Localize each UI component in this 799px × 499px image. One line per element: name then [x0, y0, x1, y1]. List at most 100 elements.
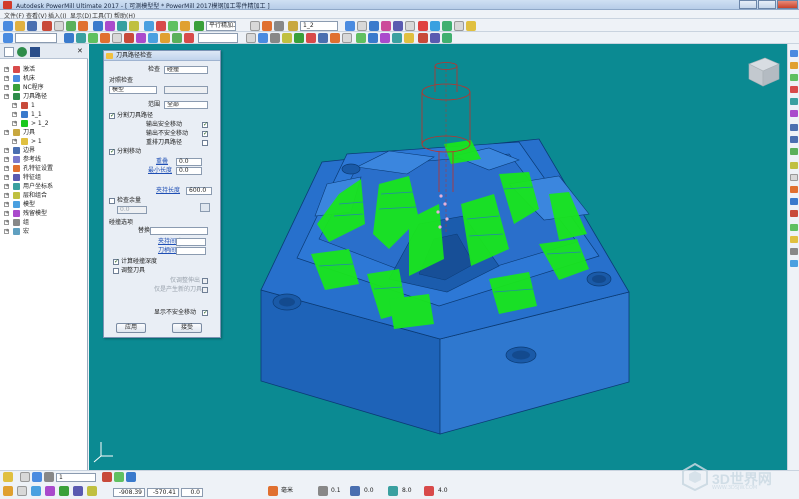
pattern-icon[interactable]: [105, 21, 115, 31]
stop-icon[interactable]: [342, 33, 352, 43]
tree-item[interactable]: + 激活: [0, 65, 88, 74]
view-iso-icon[interactable]: [3, 33, 13, 43]
toolpath-strategy-field[interactable]: 平行精加工: [206, 21, 236, 31]
tree-item[interactable]: +1: [0, 101, 88, 110]
pause-icon[interactable]: [330, 33, 340, 43]
machine-home-icon[interactable]: [442, 33, 452, 43]
view-front-right-icon[interactable]: [790, 74, 798, 81]
tree-item[interactable]: + 特征组: [0, 173, 88, 182]
save-icon[interactable]: [27, 21, 37, 31]
tool-wire-icon[interactable]: [405, 21, 415, 31]
overlap-input[interactable]: 0.0: [176, 158, 202, 166]
grid-icon[interactable]: [17, 486, 27, 496]
expand-toggle-icon[interactable]: +: [4, 211, 9, 216]
stock-input[interactable]: 0.0: [117, 206, 147, 214]
shade-icon[interactable]: [790, 162, 798, 169]
zoom-fit-icon[interactable]: [790, 148, 798, 155]
blank-icon[interactable]: [790, 260, 798, 267]
expand-toggle-icon[interactable]: +: [4, 175, 9, 180]
show-unsafe-checkbox[interactable]: ✓: [202, 310, 208, 316]
expand-toggle-icon[interactable]: +: [4, 67, 9, 72]
block-icon[interactable]: [42, 21, 52, 31]
tool-icon[interactable]: [78, 21, 88, 31]
new-tool-checkbox[interactable]: [202, 287, 208, 293]
stock-pick-icon[interactable]: [200, 203, 210, 212]
adjust-tool-checkbox[interactable]: [113, 268, 119, 274]
reorder-checkbox[interactable]: [202, 140, 208, 146]
calc-depth-checkbox[interactable]: ✓: [113, 259, 119, 265]
draft-shade-icon[interactable]: [790, 210, 798, 217]
explorer-tab-icon[interactable]: [4, 47, 14, 57]
pick-icon[interactable]: [59, 486, 69, 496]
tool-props-icon[interactable]: [126, 472, 136, 482]
tool-select-icon[interactable]: [250, 21, 260, 31]
accept-button[interactable]: 接受: [172, 323, 202, 333]
tree-item[interactable]: +1_1: [0, 110, 88, 119]
expand-toggle-icon[interactable]: +: [4, 94, 9, 99]
tool-add-icon[interactable]: [114, 472, 124, 482]
holder-compliance-checkbox[interactable]: [202, 278, 208, 284]
expand-toggle-icon[interactable]: +: [4, 184, 9, 189]
status-tool-field[interactable]: 1: [56, 473, 96, 482]
plunge-shade-icon[interactable]: [790, 186, 798, 193]
part-model[interactable]: [260, 138, 630, 435]
tool-shape-icon[interactable]: [262, 21, 272, 31]
expand-toggle-icon[interactable]: +: [4, 148, 9, 153]
wireframe-icon[interactable]: [148, 33, 158, 43]
gouge-icon[interactable]: [430, 21, 440, 31]
expand-toggle-icon[interactable]: +: [12, 112, 17, 117]
open-icon[interactable]: [3, 21, 13, 31]
view-top-right-icon[interactable]: [790, 62, 798, 69]
wire-icon[interactable]: [790, 174, 798, 181]
view-right-icon[interactable]: [790, 110, 798, 117]
close-panel-icon[interactable]: ✕: [77, 47, 83, 55]
tree-item[interactable]: + NC程序: [0, 83, 88, 92]
collision-icon[interactable]: [418, 21, 428, 31]
play-icon[interactable]: [318, 33, 328, 43]
split-moves-checkbox[interactable]: ✓: [109, 149, 115, 155]
feed-rate-icon[interactable]: [66, 21, 76, 31]
tree-item[interactable]: + 组: [0, 218, 88, 227]
snap-icon[interactable]: [3, 486, 13, 496]
apply-button[interactable]: 应用: [116, 323, 146, 333]
replace-tool-select[interactable]: [150, 227, 208, 235]
shading-icon[interactable]: [136, 33, 146, 43]
expand-toggle-icon[interactable]: +: [4, 193, 9, 198]
expand-toggle-icon[interactable]: +: [4, 76, 9, 81]
expand-toggle-icon[interactable]: +: [4, 157, 9, 162]
multi-color-icon[interactable]: [790, 236, 798, 243]
machine-axis-icon[interactable]: [430, 33, 440, 43]
tree-item[interactable]: + 机床: [0, 74, 88, 83]
expand-toggle-icon[interactable]: +: [4, 220, 9, 225]
slider-field[interactable]: [198, 33, 238, 43]
view-front-icon[interactable]: [76, 33, 86, 43]
record-icon[interactable]: [306, 33, 316, 43]
selection-icon[interactable]: [184, 33, 194, 43]
analysis-icon[interactable]: [282, 33, 292, 43]
boundary-icon[interactable]: [93, 21, 103, 31]
close-button[interactable]: [777, 0, 798, 9]
layers-icon[interactable]: [30, 47, 40, 57]
lighting-icon[interactable]: [466, 21, 476, 31]
clip-icon[interactable]: [246, 33, 256, 43]
pan-icon[interactable]: [112, 33, 122, 43]
machine-icon[interactable]: [418, 33, 428, 43]
material-icon[interactable]: [172, 33, 182, 43]
measure-icon[interactable]: [270, 33, 280, 43]
tree-item[interactable]: + 残留模型: [0, 209, 88, 218]
draft-icon[interactable]: [294, 33, 304, 43]
expand-toggle-icon[interactable]: +: [4, 229, 9, 234]
tool-holder-status-icon[interactable]: [44, 472, 54, 482]
verify-icon[interactable]: [156, 21, 166, 31]
holder-length-input[interactable]: 600.0: [186, 187, 212, 195]
coord-mode-icon[interactable]: [87, 486, 97, 496]
split-toolpath-checkbox[interactable]: ✓: [109, 113, 115, 119]
sim-speed-icon[interactable]: [392, 33, 402, 43]
check-stock-checkbox[interactable]: [109, 198, 115, 204]
against-secondary-select[interactable]: [164, 86, 208, 94]
view-back-right-icon[interactable]: [790, 86, 798, 93]
view-side-icon[interactable]: [88, 33, 98, 43]
expand-toggle-icon[interactable]: +: [4, 130, 9, 135]
tree-item[interactable]: + 刀具: [0, 128, 88, 137]
min-length-label[interactable]: 最小长度: [148, 167, 172, 175]
